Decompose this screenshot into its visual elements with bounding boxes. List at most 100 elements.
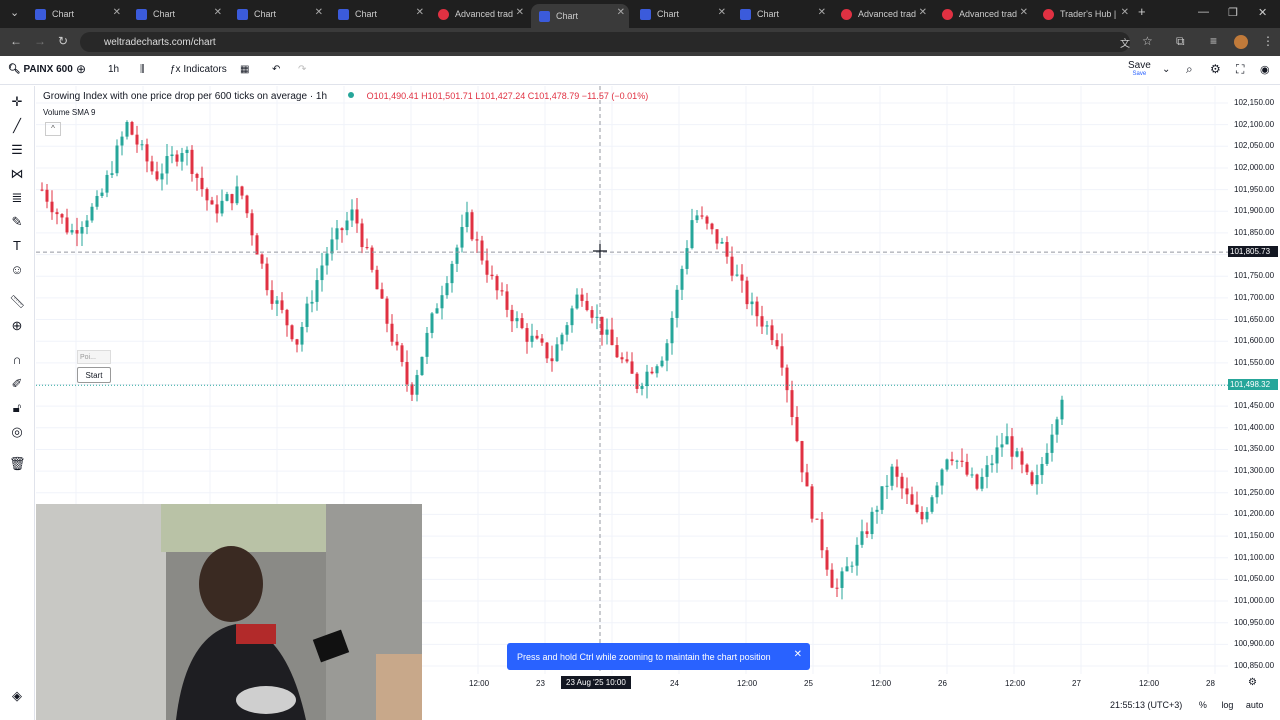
horizontal-lines-icon[interactable]: ☰ [9, 142, 25, 158]
text-icon[interactable]: T [9, 238, 25, 254]
candle-body [70, 230, 74, 233]
bookmark-star-icon[interactable]: ☆ [1142, 34, 1153, 48]
browser-menu-icon[interactable]: ⋮ [1262, 34, 1274, 48]
tab-close-icon[interactable]: ✕ [1020, 7, 1028, 18]
percent-toggle[interactable]: % [1199, 700, 1207, 710]
tab-close-icon[interactable]: ✕ [315, 7, 323, 18]
browser-tab[interactable]: Advanced trad ✕ [934, 4, 1032, 24]
media-icon[interactable]: ≡ [1210, 34, 1217, 48]
axis-settings-icon[interactable]: ⚙︎ [1248, 677, 1257, 688]
browser-tab[interactable]: Advanced trad ✕ [833, 4, 931, 24]
maximize-icon[interactable]: ❐ [1228, 6, 1238, 19]
browser-tab[interactable]: Trader's Hub | ✕ [1035, 4, 1133, 24]
tab-close-icon[interactable]: ✕ [214, 7, 222, 18]
candle-body [185, 149, 189, 154]
browser-tab[interactable]: Chart ✕ [632, 4, 730, 24]
screenshot-camera-icon[interactable]: ◉ [1260, 63, 1270, 76]
tab-search-icon[interactable]: ⌄ [10, 6, 19, 19]
ruler-icon[interactable]: 📏︎ [9, 294, 26, 310]
crosshair-icon[interactable]: ✛ [9, 94, 25, 110]
browser-tab[interactable]: Chart ✕ [531, 4, 629, 28]
tab-close-icon[interactable]: ✕ [818, 7, 826, 18]
price-axis[interactable]: 102,150.00 102,100.00 102,050.00 102,000.00… [1228, 86, 1280, 674]
url-field[interactable]: weltradecharts.com/chart [80, 32, 1130, 52]
back-icon[interactable]: ← [10, 34, 22, 48]
candle-body [335, 228, 339, 240]
redo-icon[interactable]: ↷ [298, 64, 306, 75]
settings-gear-icon[interactable]: ⚙︎ [1210, 62, 1221, 76]
candle-type-icon[interactable]: ⫼ [140, 64, 145, 75]
eye-icon[interactable]: ◎ [9, 424, 25, 440]
tab-close-icon[interactable]: ✕ [416, 7, 424, 18]
reload-icon[interactable]: ↻ [58, 34, 68, 48]
time-tick-label: 12:00 [469, 679, 490, 688]
price-tick-label: 101,850.00 [1234, 227, 1275, 237]
pitchfork-icon[interactable]: ⋈ [9, 166, 25, 182]
candle-body [1005, 436, 1009, 445]
magnet-icon[interactable]: ∩ [9, 352, 25, 368]
browser-tab[interactable]: Chart ✕ [27, 4, 125, 24]
chart-favicon-icon [136, 8, 147, 20]
stay-drawing-icon[interactable]: ✐ [9, 376, 25, 392]
candle-body [825, 550, 829, 570]
profile-avatar[interactable] [1234, 35, 1248, 49]
url-text: weltradecharts.com/chart [104, 36, 216, 48]
start-label: Start [85, 371, 103, 380]
translate-icon[interactable]: 文 [1120, 35, 1130, 50]
layouts-icon[interactable]: ▦ [240, 64, 249, 75]
object-tree-icon[interactable]: ◈ [9, 688, 25, 704]
emoji-icon[interactable]: ☺ [9, 262, 25, 278]
quick-search-icon[interactable]: ⌕ [1186, 62, 1193, 77]
tab-close-icon[interactable]: ✕ [1121, 7, 1129, 18]
tab-close-icon[interactable]: ✕ [113, 7, 121, 18]
browser-tab[interactable]: Chart ✕ [229, 4, 327, 24]
browser-tab[interactable]: Advanced trad ✕ [430, 4, 528, 24]
candle-body [155, 171, 159, 180]
tab-close-icon[interactable]: ✕ [516, 7, 524, 18]
candle-body [985, 465, 989, 477]
new-tab-icon[interactable]: + [1138, 4, 1146, 19]
candle-body [640, 386, 644, 389]
poi-label: Poi... [80, 354, 96, 361]
candle-body [675, 289, 679, 318]
candle-body [595, 316, 599, 318]
candle-body [670, 317, 674, 344]
add-symbol-icon[interactable]: ⊕ [76, 62, 86, 76]
candle-body [285, 309, 289, 326]
tab-close-icon[interactable]: ✕ [617, 7, 625, 18]
trash-icon[interactable]: 🗑︎ [9, 456, 26, 472]
collapse-legend-button[interactable]: ^ [45, 122, 61, 136]
log-toggle[interactable]: log [1221, 700, 1233, 710]
toast-close-icon[interactable]: ✕ [794, 649, 802, 660]
start-button[interactable]: Start [77, 367, 111, 383]
price-tick-label: 101,450.00 [1234, 401, 1275, 411]
zoom-in-icon[interactable]: ⊕ [9, 318, 25, 334]
browser-tab[interactable]: Chart ✕ [330, 4, 428, 24]
save-button[interactable]: Save Save [1128, 60, 1151, 77]
poi-button[interactable]: Poi... [77, 350, 111, 364]
browser-tab[interactable]: Chart ✕ [128, 4, 226, 24]
extensions-icon[interactable]: ⧉ [1176, 34, 1185, 49]
candle-body [880, 486, 884, 510]
browser-tab[interactable]: Chart ✕ [732, 4, 830, 24]
lock-icon[interactable]: 🔓︎ [9, 400, 25, 416]
candle-body [175, 154, 179, 162]
symbol-search-button[interactable]: 🔍︎ PAINX 600 [8, 64, 73, 75]
candle-body [145, 144, 149, 162]
tab-close-icon[interactable]: ✕ [718, 7, 726, 18]
close-window-icon[interactable]: ✕ [1258, 6, 1267, 19]
save-dropdown-icon[interactable]: ⌄ [1162, 64, 1170, 75]
interval-button[interactable]: 1h [108, 64, 119, 75]
candle-body [1050, 434, 1054, 453]
trendline-icon[interactable]: ╱ [9, 118, 25, 134]
fullscreen-icon[interactable]: ⛶ [1236, 62, 1244, 77]
forward-icon[interactable]: → [34, 34, 46, 48]
minimize-icon[interactable]: — [1198, 6, 1209, 18]
auto-toggle[interactable]: auto [1246, 700, 1264, 710]
undo-icon[interactable]: ↶ [272, 64, 280, 75]
tab-close-icon[interactable]: ✕ [919, 7, 927, 18]
fib-icon[interactable]: ≣ [9, 190, 25, 206]
indicators-button[interactable]: ƒx Indicators [170, 64, 227, 75]
brush-icon[interactable]: ✎ [9, 214, 25, 230]
candle-body [495, 276, 499, 291]
